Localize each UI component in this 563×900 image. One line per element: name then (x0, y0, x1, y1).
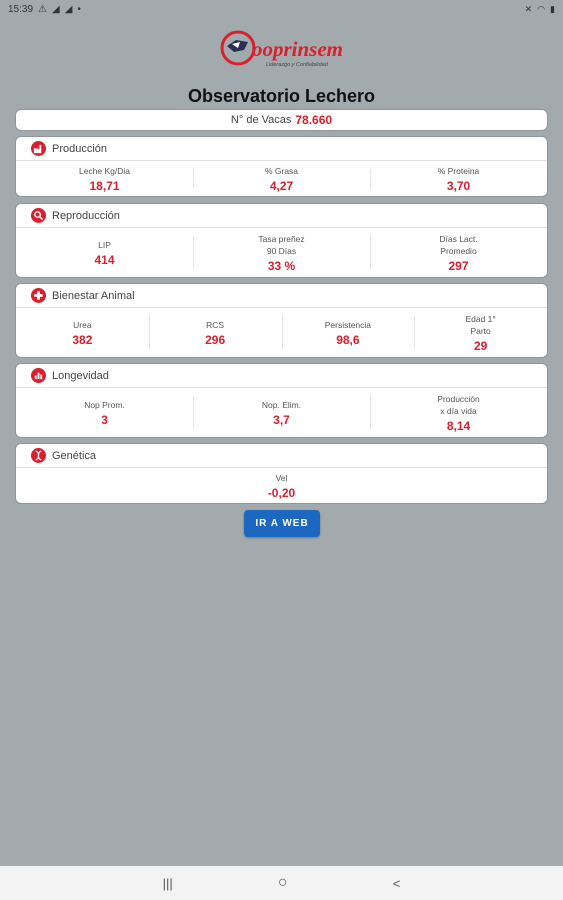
card-header: Genética (16, 444, 547, 468)
metric: Días Lact. Promedio 297 (370, 228, 547, 277)
metric-label: Días Lact. Promedio (439, 233, 478, 256)
card-header: Producción (16, 137, 547, 161)
page-title: Observatorio Lechero (187, 86, 376, 106)
metric: Vel -0,20 (16, 468, 547, 503)
wifi-icon: ◠ (537, 3, 546, 14)
metric-value: 3 (101, 412, 108, 427)
metric: LIP 414 (16, 228, 193, 277)
metric-value: 296 (205, 332, 226, 347)
svg-text:ooprinsem: ooprinsem (252, 37, 343, 61)
status-time: 15:39 (8, 3, 34, 15)
signal-icon: ◢ (52, 3, 60, 15)
battery-icon: ▮ (550, 3, 555, 14)
metric-value: 414 (94, 252, 115, 267)
signal-icon: ◢ (64, 3, 73, 15)
card-title: Genética (52, 449, 97, 462)
metric-value: 3,7 (273, 412, 290, 427)
card-title: Producción (52, 142, 108, 155)
production-card: Producción Leche Kg/Dia 18,71 % Grasa 4,… (15, 136, 548, 197)
home-icon[interactable]: ○ (278, 874, 288, 892)
metric-value: 297 (448, 258, 469, 273)
go-to-web-button[interactable]: IR A WEB (244, 510, 320, 537)
medical-cross-icon (31, 288, 46, 303)
metric-label: LIP (98, 239, 111, 250)
metric-label: % Proteina (437, 165, 480, 176)
system-nav-bar: ||| ○ < (0, 866, 563, 900)
genetics-card: Genética Vel -0,20 (15, 443, 548, 504)
animal-welfare-card: Bienestar Animal Urea 382 RCS 296 Persis… (15, 283, 548, 358)
card-title: Longevidad (52, 369, 109, 382)
metric-label: Producción x día vida (437, 393, 480, 416)
metric: Nop Prom. 3 (16, 388, 193, 437)
card-header: Bienestar Animal (16, 284, 547, 308)
metric-label: Nop. Elim. (261, 399, 302, 410)
metric-label: Vel (275, 472, 288, 483)
metric-label: Urea (73, 319, 92, 330)
back-icon[interactable]: < (393, 876, 401, 891)
metric: Tasa preñez 90 Días 33 % (193, 228, 370, 277)
metric-label: Tasa preñez 90 Días (258, 233, 305, 256)
metric-value: 8,14 (446, 418, 471, 433)
metric: % Proteina 3,70 (370, 161, 547, 196)
dna-icon (31, 448, 46, 463)
metric: Leche Kg/Dia 18,71 (16, 161, 193, 196)
card-title: Bienestar Animal (52, 289, 135, 302)
svg-text:Liderazgo y Confiabilidad: Liderazgo y Confiabilidad (266, 62, 329, 68)
warning-icon: ⚠ (38, 3, 47, 15)
metric-value: 3,70 (446, 178, 471, 193)
metric-value: 18,71 (89, 178, 120, 193)
metric-label: RCS (206, 319, 225, 330)
metric-label: Persistencia (324, 319, 372, 330)
longevity-card: Longevidad Nop Prom. 3 Nop. Elim. 3,7 Pr… (15, 363, 548, 438)
metric: RCS 296 (148, 308, 282, 357)
metric-value: 29 (473, 338, 488, 353)
metric: Urea 382 (16, 308, 149, 357)
metric: Edad 1° Parto 29 (414, 308, 547, 357)
cow-count-value: 78.660 (295, 113, 333, 127)
metric: Nop. Elim. 3,7 (193, 388, 370, 437)
reproduction-card: Reproducción LIP 414 Tasa preñez 90 Días… (15, 203, 548, 278)
cow-count-card: N° de Vacas 78.660 (15, 109, 548, 131)
brand-logo: ooprinsem Liderazgo y Confiabilidad (218, 26, 348, 74)
status-bar: 15:39 ⚠ ◢ ◢ • ✕ ◠ ▮ (0, 0, 563, 18)
factory-icon (31, 141, 46, 156)
metric: Persistencia 98,6 (281, 308, 415, 357)
mute-icon: ✕ (524, 3, 533, 14)
cow-count-label: N° de Vacas (230, 114, 292, 126)
metric-value: 4,27 (269, 178, 294, 193)
metric-label: % Grasa (264, 165, 299, 176)
metric-value: 382 (72, 332, 93, 347)
metric-value: 98,6 (336, 332, 360, 347)
chart-icon (31, 368, 46, 383)
card-title: Reproducción (52, 209, 120, 222)
metric: Producción x día vida 8,14 (370, 388, 547, 437)
metric-label: Edad 1° Parto (465, 313, 496, 336)
dot-icon: • (77, 3, 81, 15)
recents-icon[interactable]: ||| (163, 876, 173, 891)
metric-label: Nop Prom. (84, 399, 125, 410)
metric-value: 33 % (267, 258, 296, 273)
metric-value: -0,20 (267, 485, 296, 500)
card-header: Reproducción (16, 204, 547, 228)
card-header: Longevidad (16, 364, 547, 388)
search-icon (31, 208, 46, 223)
metric-label: Leche Kg/Dia (78, 165, 131, 176)
metric: % Grasa 4,27 (193, 161, 370, 196)
